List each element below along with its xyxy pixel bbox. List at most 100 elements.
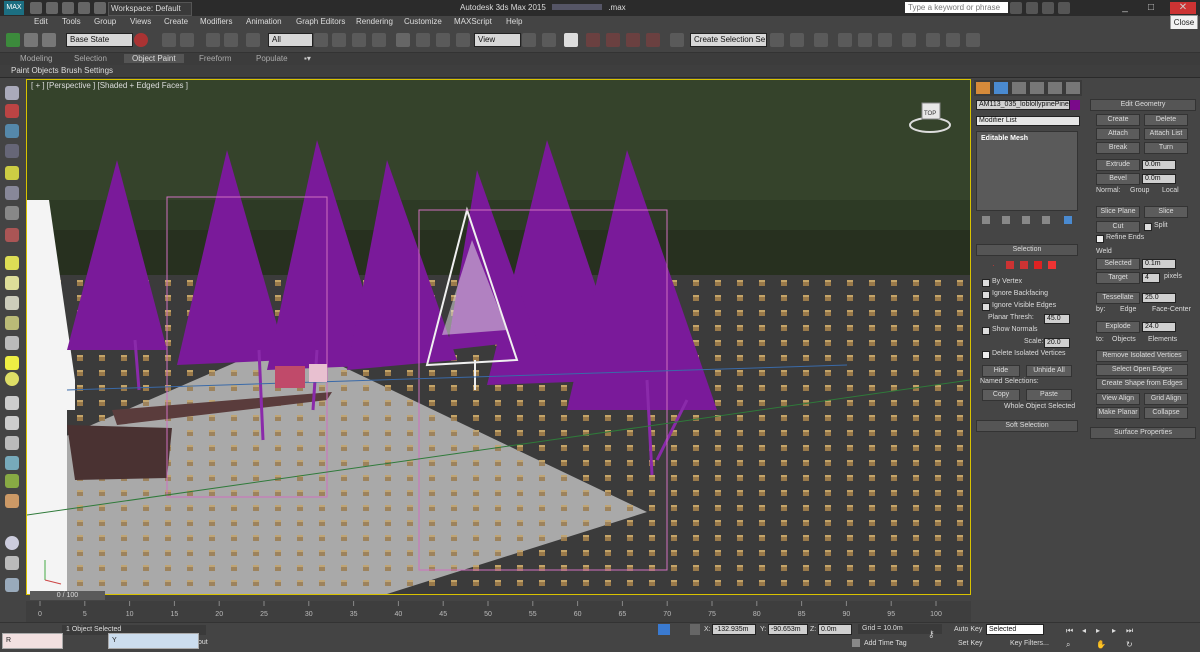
close-icon[interactable]: ✕: [1170, 2, 1196, 14]
schematic-view-icon[interactable]: [902, 33, 916, 47]
edit-geometry-rollout-header[interactable]: Edit Geometry: [1090, 99, 1196, 111]
weld-pixels-field[interactable]: 4: [1142, 273, 1160, 283]
teapot-icon[interactable]: [5, 86, 19, 100]
help-icon[interactable]: [1058, 2, 1070, 14]
key-filters-button[interactable]: Key Filters...: [1010, 640, 1049, 647]
vertex-icon[interactable]: ·: [992, 261, 1000, 270]
motion-tab-icon[interactable]: [1030, 82, 1044, 94]
select-object-icon[interactable]: [314, 33, 328, 47]
sun-icon[interactable]: [5, 356, 19, 370]
select-by-name-icon[interactable]: [332, 33, 346, 47]
graphite-toggle-icon[interactable]: [858, 33, 872, 47]
globe-icon[interactable]: [5, 456, 19, 470]
weld-selected-button[interactable]: Selected: [1096, 258, 1140, 270]
undo-icon[interactable]: [162, 33, 176, 47]
slice-plane-button[interactable]: Slice Plane: [1096, 206, 1140, 218]
keyboard-shortcut-icon[interactable]: [564, 33, 578, 47]
attach-list-button[interactable]: Attach List: [1144, 128, 1188, 140]
sphere-icon[interactable]: [5, 536, 19, 550]
panel-paint-objects[interactable]: Paint Objects: [11, 66, 59, 75]
sphere-icon[interactable]: [5, 276, 19, 290]
unhide-all-button[interactable]: Unhide All: [1026, 365, 1072, 377]
remove-isolated-button[interactable]: Remove Isolated Vertices: [1096, 350, 1188, 362]
menu-create[interactable]: Create: [164, 17, 188, 26]
material-editor-icon[interactable]: [926, 33, 940, 47]
community-icon[interactable]: [1026, 2, 1038, 14]
spinner-snap-icon[interactable]: [646, 33, 660, 47]
set-key-button[interactable]: Set Key: [958, 640, 983, 647]
viewport-label[interactable]: [ + ] [Perspective ] [Shaded + Edged Fac…: [31, 81, 188, 90]
align-icon[interactable]: [790, 33, 804, 47]
tab-populate[interactable]: Populate: [256, 54, 288, 63]
record-icon[interactable]: [134, 33, 148, 47]
shape-icon[interactable]: [5, 436, 19, 450]
select-open-edges-button[interactable]: Select Open Edges: [1096, 364, 1188, 376]
create-tab-icon[interactable]: [976, 82, 990, 94]
redo-icon[interactable]: [94, 2, 106, 14]
menu-maxscript[interactable]: MAXScript: [454, 17, 492, 26]
hide-button[interactable]: Hide: [982, 365, 1020, 377]
place-icon[interactable]: [456, 33, 470, 47]
create-button[interactable]: Create: [1096, 114, 1140, 126]
group-radio[interactable]: Group: [1130, 187, 1149, 194]
ref-coord-dropdown[interactable]: View: [474, 33, 521, 47]
menu-animation[interactable]: Animation: [246, 17, 282, 26]
new-icon[interactable]: [30, 2, 42, 14]
teapot-icon[interactable]: [42, 33, 56, 47]
copy-button[interactable]: Copy: [982, 389, 1020, 401]
snap-toggle-icon[interactable]: [586, 33, 600, 47]
link-icon[interactable]: [206, 33, 220, 47]
pivot-icon[interactable]: [522, 33, 536, 47]
tab-object-paint[interactable]: Object Paint: [124, 54, 184, 63]
tab-modeling[interactable]: Modeling: [20, 54, 52, 63]
scale-icon[interactable]: [436, 33, 450, 47]
ignore-backfacing-checkbox[interactable]: [982, 291, 990, 299]
render-frame-icon[interactable]: [966, 33, 980, 47]
selection-rollout-header[interactable]: Selection: [976, 244, 1078, 256]
search-input[interactable]: Type a keyword or phrase: [905, 2, 1008, 13]
angle-snap-icon[interactable]: [606, 33, 620, 47]
percent-snap-icon[interactable]: [626, 33, 640, 47]
sphere-icon[interactable]: [5, 372, 19, 386]
state-set-dropdown[interactable]: Base State: [66, 33, 133, 47]
show-end-result-icon[interactable]: [1002, 216, 1010, 224]
next-frame-icon[interactable]: ▸: [1112, 626, 1116, 635]
unlink-icon[interactable]: [224, 33, 238, 47]
auto-key-button[interactable]: Auto Key: [954, 626, 982, 633]
taskbar-item-y[interactable]: Y: [108, 633, 199, 649]
grid-icon[interactable]: [5, 144, 19, 158]
box-icon[interactable]: [5, 256, 19, 270]
scene-explorer-icon[interactable]: [814, 33, 828, 47]
ignore-visible-edges-checkbox[interactable]: [982, 303, 990, 311]
key-mode-dropdown[interactable]: Selected: [986, 624, 1044, 635]
slice-button[interactable]: Slice: [1144, 206, 1188, 218]
make-planar-button[interactable]: Make Planar: [1096, 407, 1140, 419]
figure-icon[interactable]: [5, 494, 19, 508]
grid-align-button[interactable]: Grid Align: [1144, 393, 1188, 405]
make-unique-icon[interactable]: [1022, 216, 1030, 224]
elements-radio[interactable]: Elements: [1148, 336, 1177, 343]
weld-threshold-field[interactable]: 0.1m: [1142, 259, 1176, 269]
tessellate-field[interactable]: 25.0: [1142, 293, 1176, 303]
mirror-icon[interactable]: [770, 33, 784, 47]
bevel-button[interactable]: Bevel: [1096, 173, 1140, 185]
time-slider[interactable]: 0 / 100: [30, 591, 105, 600]
modifier-icon[interactable]: [5, 228, 19, 242]
extrude-field[interactable]: 0.0m: [1142, 160, 1176, 170]
previous-frame-icon[interactable]: ◂: [1082, 626, 1086, 635]
cut-button[interactable]: Cut: [1096, 221, 1140, 233]
go-to-start-icon[interactable]: ⏮: [1066, 626, 1073, 636]
ribbon-options-icon[interactable]: ▪▾: [304, 54, 311, 63]
configure-sets-icon[interactable]: [1064, 216, 1072, 224]
turn-button[interactable]: Turn: [1144, 142, 1188, 154]
search-icon[interactable]: [1010, 2, 1022, 14]
face-icon[interactable]: [1020, 261, 1028, 269]
menu-group[interactable]: Group: [94, 17, 116, 26]
collapse-button[interactable]: Collapse: [1144, 407, 1188, 419]
y-coordinate-field[interactable]: -90.653m: [768, 624, 808, 635]
window-crossing-icon[interactable]: [372, 33, 386, 47]
taskbar-item-r[interactable]: R: [2, 633, 63, 649]
scene-icon[interactable]: [5, 124, 19, 138]
camera-icon[interactable]: [5, 206, 19, 220]
surface-properties-rollout-header[interactable]: Surface Properties: [1090, 427, 1196, 439]
